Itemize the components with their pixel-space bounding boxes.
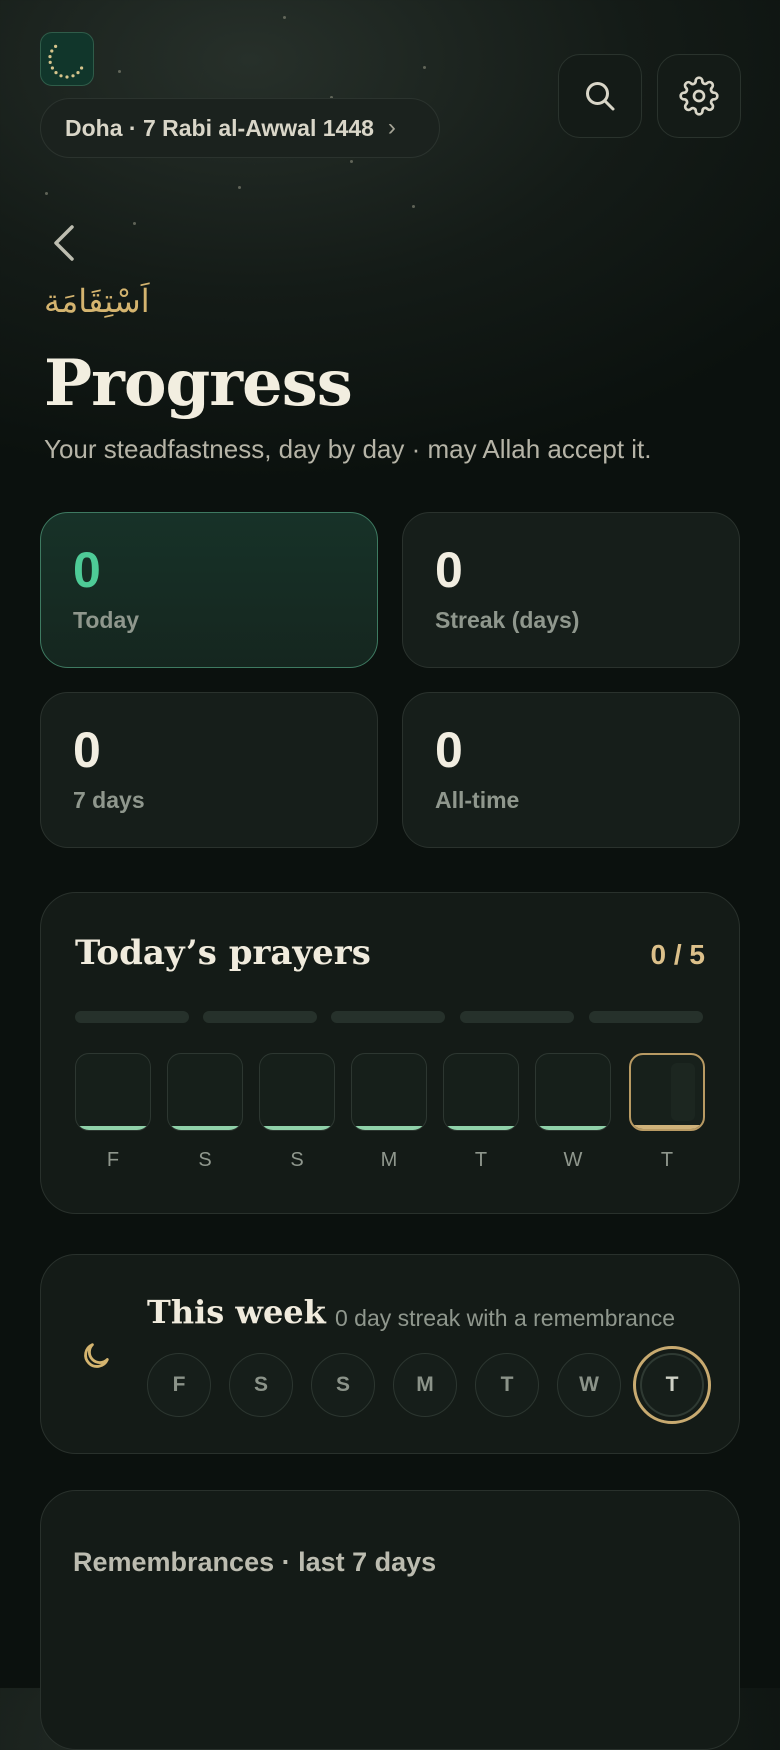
prayer-count: 0 / 5: [650, 939, 705, 970]
prayer-day-box[interactable]: [259, 1053, 335, 1131]
location-date-label: Doha · 7 Rabi al-Awwal 1448: [65, 114, 374, 141]
prayer-day-label: T: [474, 1149, 488, 1171]
stat-card-7-days: 0 7 days: [40, 692, 378, 848]
arabic-title: اَسْتِقَامَة: [44, 282, 150, 320]
search-icon: [586, 82, 615, 111]
prayer-day-label: F: [106, 1149, 120, 1171]
moon-icon: [84, 1343, 109, 1368]
settings-button[interactable]: [657, 54, 741, 138]
stat-card-today: 0 Today: [40, 512, 378, 668]
prayers-title: Today’s prayers: [75, 933, 371, 973]
crescent-logo-icon: [48, 44, 84, 79]
prayer-progress-segment: [460, 1011, 574, 1023]
chevron-right-icon: ›: [387, 114, 396, 141]
back-button[interactable]: [50, 218, 90, 268]
prayer-day-label: S: [290, 1149, 304, 1171]
prayer-day-box-today[interactable]: [629, 1053, 705, 1131]
star-decoration: [283, 16, 286, 19]
week-day-circle[interactable]: F: [147, 1353, 211, 1417]
prayer-progress-segment: [331, 1011, 445, 1023]
stat-value: 0: [435, 542, 463, 598]
app-logo: [40, 32, 94, 86]
gear-icon: [679, 76, 719, 116]
remembrances-title: Remembrances · last 7 days: [73, 1547, 437, 1577]
stat-label: Streak (days): [435, 607, 580, 633]
star-decoration: [350, 160, 353, 163]
week-title: This week: [147, 1293, 326, 1331]
star-decoration: [118, 70, 121, 73]
prayer-day-label: W: [563, 1149, 583, 1171]
stat-card-streak: 0 Streak (days): [402, 512, 740, 668]
this-week-card: This week 0 day streak with a remembranc…: [40, 1254, 740, 1454]
star-decoration: [133, 222, 136, 225]
stat-label: All-time: [435, 787, 520, 813]
remembrances-card: Remembrances · last 7 days: [40, 1490, 740, 1750]
week-day-circle[interactable]: M: [393, 1353, 457, 1417]
stat-label: Today: [73, 607, 140, 633]
stat-card-all-time: 0 All-time: [402, 692, 740, 848]
week-day-circle[interactable]: W: [557, 1353, 621, 1417]
star-decoration: [238, 186, 241, 189]
location-date-selector[interactable]: Doha · 7 Rabi al-Awwal 1448 ›: [40, 98, 440, 158]
star-decoration: [423, 66, 426, 69]
stat-value: 0: [435, 722, 463, 778]
star-decoration: [45, 192, 48, 195]
star-decoration: [412, 205, 415, 208]
week-day-circle-today[interactable]: T: [633, 1346, 711, 1424]
prayer-day-box[interactable]: [443, 1053, 519, 1131]
todays-prayers-card: Today’s prayers 0 / 5 F S S M T W T: [40, 892, 740, 1214]
week-day-circle[interactable]: T: [475, 1353, 539, 1417]
search-button[interactable]: [558, 54, 642, 138]
week-streak-text: 0 day streak with a remembrance: [335, 1305, 676, 1331]
page-title: Progress: [44, 346, 353, 421]
week-day-circle[interactable]: S: [229, 1353, 293, 1417]
prayer-progress-segment: [589, 1011, 703, 1023]
page-subtitle: Your steadfastness, day by day · may All…: [44, 434, 652, 464]
stat-value: 0: [73, 542, 101, 598]
stat-label: 7 days: [73, 787, 145, 813]
prayer-day-label: M: [380, 1149, 398, 1171]
stat-value: 0: [73, 722, 101, 778]
week-day-circle[interactable]: S: [311, 1353, 375, 1417]
chevron-left-icon: [54, 225, 74, 261]
prayer-progress-segment: [75, 1011, 189, 1023]
prayer-day-label: T: [660, 1149, 674, 1171]
prayer-day-box[interactable]: [75, 1053, 151, 1131]
prayer-day-box[interactable]: [535, 1053, 611, 1131]
prayer-day-box[interactable]: [351, 1053, 427, 1131]
prayer-progress-segment: [203, 1011, 317, 1023]
prayer-day-box[interactable]: [167, 1053, 243, 1131]
prayer-day-label: S: [198, 1149, 212, 1171]
